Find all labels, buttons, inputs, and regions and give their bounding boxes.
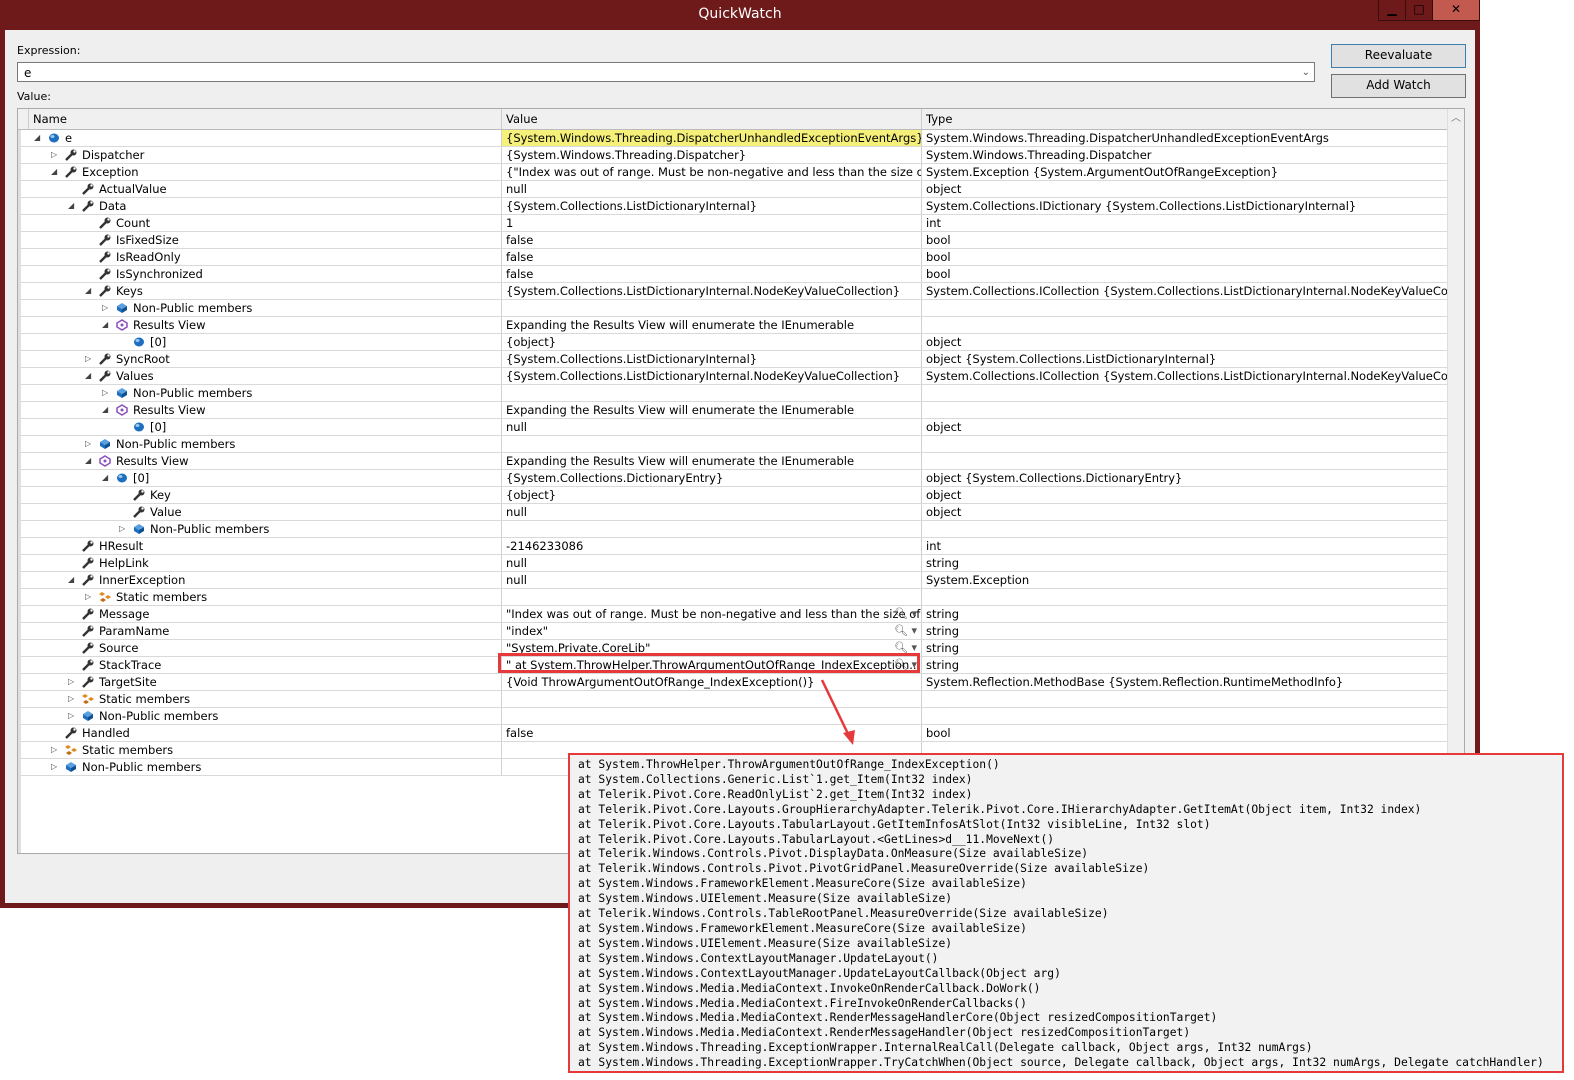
stacktrace-line: at System.Windows.FrameworkElement.Measu… [578,921,1027,935]
stacktrace-line: at System.Windows.Media.MediaContext.Fir… [578,996,1027,1010]
stacktrace-line: at System.Windows.Media.MediaContext.Inv… [578,981,1041,995]
stacktrace-line: at Telerik.Windows.Controls.Pivot.PivotG… [578,862,1150,876]
stacktrace-line: at System.Windows.Threading.ExceptionWra… [578,1041,1313,1055]
stacktrace-line: at System.Windows.UIElement.Measure(Size… [578,936,953,950]
arrow-line [820,679,852,739]
stacktrace-line: at Telerik.Pivot.Core.Layouts.TabularLay… [578,832,1055,846]
stacktrace-line: at Telerik.Windows.Controls.TableRootPan… [578,907,1109,921]
stacktrace-line: at System.Windows.Media.MediaContext.Ren… [578,1026,1191,1040]
stacktrace-line: at System.Windows.FrameworkElement.Measu… [578,877,1027,891]
arrow-head-icon [843,730,855,745]
stacktrace-popup: at System.ThrowHelper.ThrowArgumentOutOf… [568,753,1564,1073]
stacktrace-line: at System.Windows.Threading.ExceptionWra… [578,1056,1544,1070]
stacktrace-line: at Telerik.Pivot.Core.Layouts.GroupHiera… [578,802,1422,816]
stacktrace-line: at Telerik.Pivot.Core.Layouts.TabularLay… [578,817,1211,831]
stacktrace-line: at System.ThrowHelper.ThrowArgumentOutOf… [578,758,1000,771]
stacktrace-line: at Telerik.Pivot.Core.ReadOnlyList`2.get… [578,787,973,801]
stacktrace-line: at System.Windows.UIElement.Measure(Size… [578,892,953,906]
stacktrace-line: at System.Windows.Media.MediaContext.Ren… [578,1011,1218,1025]
stacktrace-line: at System.Windows.ContextLayoutManager.U… [578,951,939,965]
stacktrace-line: at System.Windows.ContextLayoutManager.U… [578,966,1061,980]
stacktrace-line: at Telerik.Windows.Controls.Pivot.Displa… [578,847,1089,861]
stacktrace-line: at System.Collections.Generic.List`1.get… [578,772,973,786]
